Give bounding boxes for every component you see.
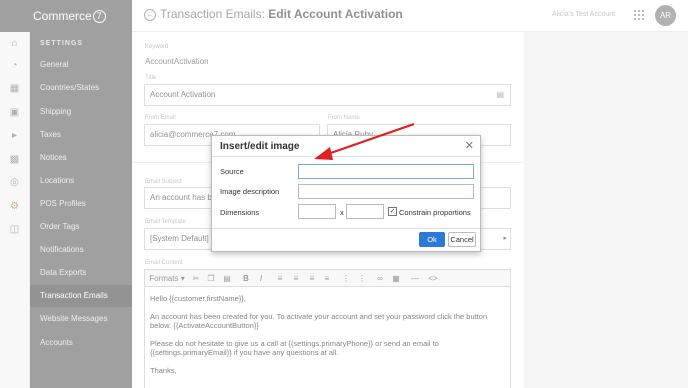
dimension-x-label: x	[340, 208, 344, 217]
height-input[interactable]	[346, 204, 384, 219]
dialog-header-divider	[212, 156, 480, 157]
close-icon[interactable]: ✕	[465, 139, 474, 152]
insert-image-dialog: Insert/edit image ✕ Source Image descrip…	[211, 135, 481, 252]
dialog-footer-divider	[212, 228, 480, 229]
source-label: Source	[220, 167, 244, 176]
image-description-input[interactable]	[298, 184, 474, 199]
cancel-button[interactable]: Cancel	[448, 232, 476, 247]
source-input[interactable]	[298, 164, 474, 179]
image-description-label: Image description	[220, 187, 280, 196]
constrain-proportions-checkbox[interactable]: ✓	[388, 207, 397, 216]
ok-button[interactable]: Ok	[419, 232, 445, 247]
constrain-proportions-label: Constrain proportions	[399, 208, 471, 217]
dialog-title: Insert/edit image	[220, 141, 300, 152]
dimensions-label: Dimensions	[220, 208, 260, 217]
width-input[interactable]	[298, 204, 336, 219]
